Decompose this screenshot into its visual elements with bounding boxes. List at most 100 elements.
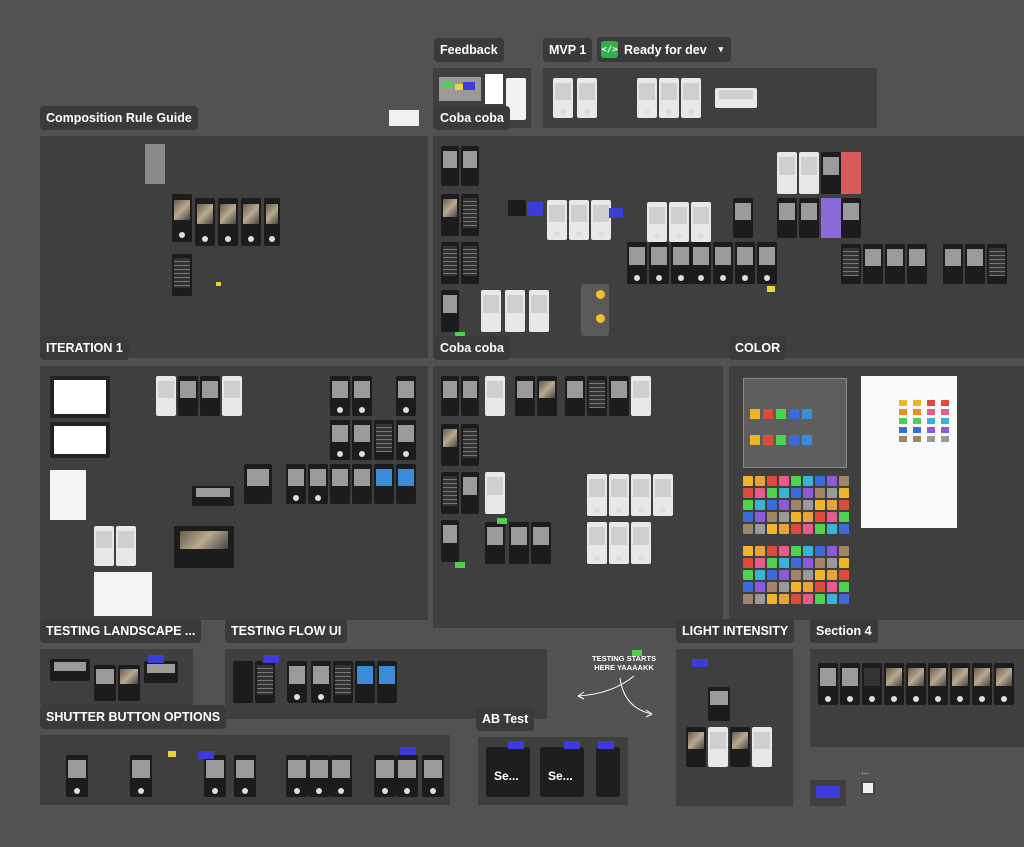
light-intensity-section[interactable] xyxy=(676,649,793,806)
screen-frame[interactable] xyxy=(244,464,272,504)
screen-frame[interactable] xyxy=(713,242,733,284)
composition-thumb[interactable] xyxy=(389,110,419,126)
toggle-card[interactable] xyxy=(581,284,609,336)
screen-frame[interactable] xyxy=(287,661,307,703)
screen-frame[interactable] xyxy=(928,663,948,705)
small-frame[interactable] xyxy=(810,780,846,806)
sketch-thumb[interactable] xyxy=(50,470,86,520)
screen-frame[interactable] xyxy=(130,755,152,797)
frame-label-coba-coba[interactable]: Coba coba xyxy=(434,106,510,130)
frame-label-composition[interactable]: Composition Rule Guide xyxy=(40,106,198,130)
screen-frame[interactable] xyxy=(577,78,597,118)
screen-frame[interactable] xyxy=(66,755,88,797)
screen-frame[interactable] xyxy=(396,420,416,460)
screen-frame[interactable] xyxy=(653,474,673,516)
screen-frame[interactable] xyxy=(669,202,689,242)
screen-frame[interactable] xyxy=(374,755,396,797)
screen-frame[interactable] xyxy=(222,376,242,416)
screen-frame[interactable] xyxy=(441,194,459,236)
screen-frame[interactable] xyxy=(333,661,353,703)
screen-frame[interactable] xyxy=(972,663,992,705)
screen-frame[interactable] xyxy=(647,202,667,242)
screen-frame[interactable] xyxy=(547,200,567,240)
ab-variant-card[interactable] xyxy=(596,747,620,797)
chevron-down-icon[interactable]: ▾ xyxy=(719,44,724,55)
screen-frame[interactable] xyxy=(374,420,394,460)
screen-frame[interactable] xyxy=(515,376,535,416)
screen-frame[interactable] xyxy=(752,727,772,767)
screen-frame[interactable] xyxy=(192,486,234,506)
screen-frame[interactable] xyxy=(485,522,505,564)
screen-frame[interactable] xyxy=(441,424,459,466)
dev-status-badge[interactable]: </> Ready for dev ▾ xyxy=(597,37,732,62)
screen-frame[interactable] xyxy=(178,376,198,416)
screen-frame[interactable] xyxy=(156,376,176,416)
coba-coba-section-2[interactable] xyxy=(433,366,723,628)
screen-frame[interactable] xyxy=(461,242,479,284)
screen-frame[interactable] xyxy=(330,376,350,416)
screen-frame[interactable] xyxy=(144,661,178,683)
frame-label-ab-test[interactable]: AB Test xyxy=(476,707,535,731)
screen-frame[interactable] xyxy=(777,198,797,238)
frame-label-iteration1[interactable]: ITERATION 1 xyxy=(40,336,129,360)
screen-frame[interactable] xyxy=(587,376,607,416)
color-section[interactable] xyxy=(729,366,1024,620)
screen-frame[interactable] xyxy=(118,665,140,701)
screen-frame[interactable] xyxy=(799,198,819,238)
screen-frame[interactable] xyxy=(509,522,529,564)
screen-frame[interactable] xyxy=(481,290,501,332)
screen-frame[interactable] xyxy=(943,244,963,284)
screen-frame[interactable] xyxy=(461,376,479,416)
screen-frame[interactable] xyxy=(907,244,927,284)
screen-frame[interactable] xyxy=(441,290,459,332)
screen-frame[interactable] xyxy=(715,88,757,108)
screen-frame[interactable] xyxy=(508,200,526,216)
screen-frame[interactable] xyxy=(671,242,691,284)
ab-variant-card[interactable]: Se... xyxy=(540,747,584,797)
screen-frame[interactable] xyxy=(330,755,352,797)
frame-label-section4[interactable]: Section 4 xyxy=(810,619,878,643)
screen-frame[interactable] xyxy=(587,522,607,564)
iteration1-section[interactable] xyxy=(40,136,428,358)
screen-frame[interactable] xyxy=(609,474,629,516)
screen-frame[interactable] xyxy=(264,198,280,246)
screen-frame[interactable] xyxy=(821,152,841,194)
frame-label-mvp1[interactable]: MVP 1 xyxy=(543,38,593,62)
screen-frame[interactable] xyxy=(172,194,192,242)
screen-frame[interactable] xyxy=(116,526,136,566)
screen-frame[interactable] xyxy=(461,146,479,186)
screen-frame[interactable] xyxy=(565,376,585,416)
screen-frame[interactable] xyxy=(441,242,459,284)
screen-frame[interactable] xyxy=(681,78,701,118)
screen-frame[interactable] xyxy=(757,242,777,284)
screen-frame[interactable] xyxy=(441,520,459,562)
screen-frame[interactable] xyxy=(50,659,90,681)
screen-frame[interactable] xyxy=(286,755,308,797)
screen-frame[interactable] xyxy=(609,522,629,564)
screen-frame[interactable] xyxy=(505,290,525,332)
screen-frame[interactable] xyxy=(627,242,647,284)
screen-frame[interactable] xyxy=(659,78,679,118)
screen-frame[interactable] xyxy=(821,198,841,238)
screen-frame[interactable] xyxy=(145,144,165,184)
screen-frame[interactable] xyxy=(840,663,860,705)
screen-frame[interactable] xyxy=(631,522,651,564)
screen-frame[interactable] xyxy=(255,661,275,703)
testing-landscape-section[interactable] xyxy=(40,366,428,620)
frame-label-coba-coba-2[interactable]: Coba coba xyxy=(434,336,510,360)
screen-frame[interactable] xyxy=(441,472,459,514)
screen-frame[interactable] xyxy=(311,661,331,703)
screen-frame[interactable] xyxy=(691,242,711,284)
screen-frame[interactable] xyxy=(649,242,669,284)
screen-frame[interactable] xyxy=(352,376,372,416)
screen-frame[interactable] xyxy=(529,290,549,332)
color-swatch-grid[interactable] xyxy=(743,476,849,534)
screen-frame[interactable] xyxy=(735,242,755,284)
screen-frame[interactable] xyxy=(396,755,418,797)
color-swatch-grid[interactable] xyxy=(743,546,849,604)
specifications-sheet[interactable] xyxy=(861,376,957,528)
screen-frame[interactable] xyxy=(174,526,234,568)
coba-coba-section[interactable] xyxy=(433,136,1024,358)
screen-frame[interactable] xyxy=(637,78,657,118)
screen-frame[interactable] xyxy=(195,198,215,246)
